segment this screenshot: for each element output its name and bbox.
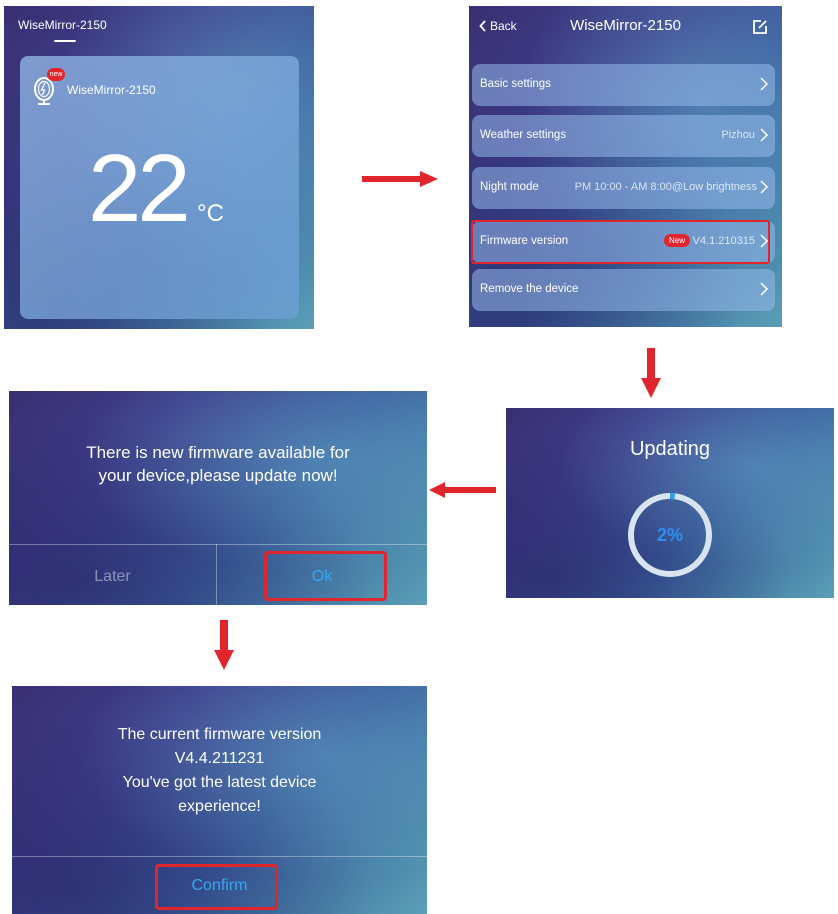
settings-screen: Back WiseMirror-2150 Basic settings Weat… bbox=[469, 6, 782, 327]
arrow-down-icon bbox=[641, 348, 661, 398]
settings-row-weather[interactable]: Weather settings Pizhou bbox=[472, 115, 775, 157]
home-tab-underline bbox=[54, 40, 76, 42]
chevron-right-icon bbox=[760, 77, 769, 91]
settings-title: WiseMirror-2150 bbox=[570, 17, 681, 34]
chevron-right-icon bbox=[760, 282, 769, 296]
settings-row-basic[interactable]: Basic settings bbox=[472, 64, 775, 106]
row-label: Night mode bbox=[480, 181, 539, 193]
edit-icon[interactable] bbox=[752, 19, 768, 35]
latest-version: V4.4.211231 bbox=[174, 750, 265, 767]
row-label: Remove the device bbox=[480, 283, 579, 295]
divider bbox=[9, 544, 427, 545]
divider bbox=[12, 856, 427, 857]
home-screen: WiseMirror-2150 new WiseMirror-2150 22 °… bbox=[4, 6, 314, 329]
latest-line1: The current firmware version bbox=[117, 726, 322, 743]
progress-percent: 2% bbox=[656, 525, 683, 545]
later-button[interactable]: Later bbox=[9, 568, 216, 586]
row-label: Weather settings bbox=[480, 129, 567, 141]
settings-row-remove-device[interactable]: Remove the device bbox=[472, 269, 775, 311]
new-badge: new bbox=[47, 68, 65, 81]
home-header-title[interactable]: WiseMirror-2150 bbox=[18, 18, 107, 32]
confirm-highlight-box bbox=[155, 864, 278, 910]
arrow-left-icon bbox=[429, 482, 496, 498]
latest-firmware-dialog: The current firmware version V4.4.211231… bbox=[12, 686, 427, 914]
temperature-unit: °C bbox=[197, 200, 224, 227]
update-message-line2: your device,please update now! bbox=[98, 466, 338, 485]
device-name: WiseMirror-2150 bbox=[67, 83, 156, 97]
row-value: PM 10:00 - AM 8:00@Low brightness bbox=[574, 181, 757, 193]
arrow-down-icon bbox=[214, 620, 234, 670]
temperature-value: 22 bbox=[88, 135, 191, 242]
update-message-line1: There is new firmware available for bbox=[86, 443, 350, 462]
ok-highlight-box bbox=[264, 551, 387, 601]
latest-message: The current firmware version V4.4.211231… bbox=[12, 723, 427, 819]
chevron-right-icon bbox=[760, 128, 769, 142]
settings-row-night-mode[interactable]: Night mode PM 10:00 - AM 8:00@Low bright… bbox=[472, 167, 775, 209]
device-card[interactable]: new WiseMirror-2150 22 °C bbox=[20, 56, 299, 319]
row-value: Pizhou bbox=[721, 129, 755, 141]
update-message: There is new firmware available for your… bbox=[9, 441, 427, 487]
chevron-right-icon bbox=[760, 180, 769, 194]
row-label: Basic settings bbox=[480, 78, 551, 90]
firmware-highlight-box bbox=[471, 220, 770, 264]
latest-line4: experience! bbox=[178, 798, 261, 815]
latest-line3: You've got the latest device bbox=[122, 774, 317, 791]
update-prompt-dialog: There is new firmware available for your… bbox=[9, 391, 427, 605]
updating-screen: Updating 2% bbox=[506, 408, 834, 598]
updating-title: Updating bbox=[629, 438, 711, 460]
arrow-right-icon bbox=[362, 171, 438, 187]
